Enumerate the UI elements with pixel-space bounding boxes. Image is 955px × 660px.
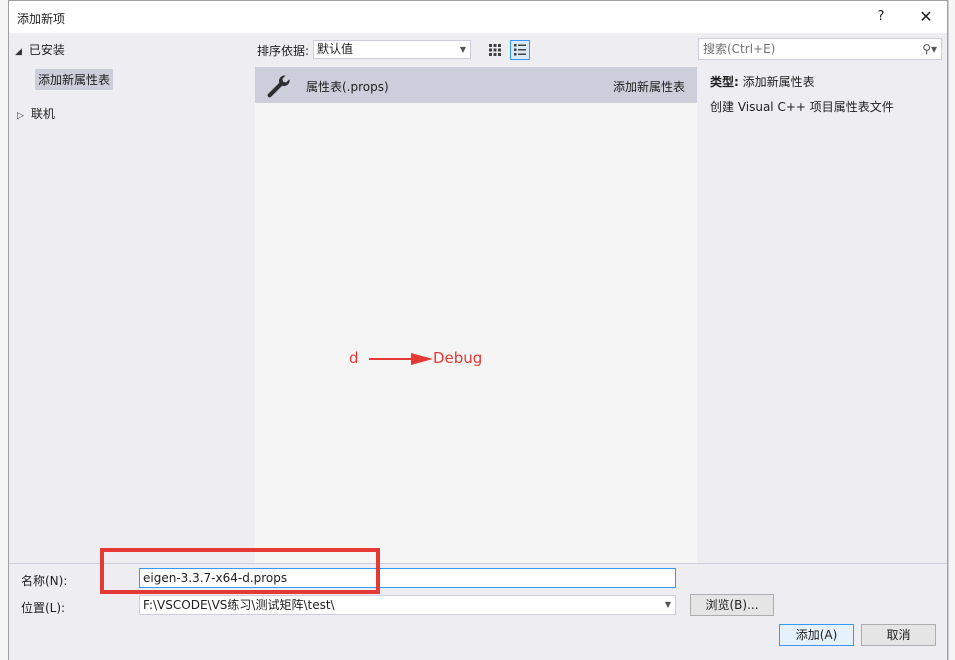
location-value: F:\VSCODE\VS练习\测试矩阵\test\ xyxy=(143,598,335,612)
list-view-button[interactable] xyxy=(510,40,530,60)
detail-type-label: 类型: xyxy=(710,75,739,89)
search-placeholder: 搜索(Ctrl+E) xyxy=(703,42,776,56)
sort-label: 排序依据: xyxy=(257,44,310,58)
tree-item-online[interactable]: ▷ 联机 xyxy=(17,105,55,122)
tree-item-label: 联机 xyxy=(30,107,55,121)
annotation-arrow-icon xyxy=(369,353,433,365)
sort-dropdown[interactable]: 默认值 ▼ xyxy=(313,40,471,59)
detail-description: 创建 Visual C++ 项目属性表文件 xyxy=(710,100,894,114)
help-button[interactable]: ? xyxy=(864,5,898,29)
collapsed-arrow-icon[interactable]: ▷ xyxy=(17,111,27,121)
sort-value: 默认值 xyxy=(317,42,354,56)
close-button[interactable]: ✕ xyxy=(909,5,943,29)
dialog-title: 添加新项 xyxy=(17,12,66,26)
category-tree: ◢ 已安装 添加新属性表 ▷ 联机 xyxy=(9,33,253,565)
tree-item-add-property-sheet[interactable]: 添加新属性表 xyxy=(35,69,114,90)
chevron-down-icon: ▼ xyxy=(459,45,466,54)
annotation-label-left: d xyxy=(349,349,359,367)
tree-item-label: 已安装 xyxy=(28,43,65,57)
expanded-arrow-icon[interactable]: ◢ xyxy=(15,47,25,57)
list-view-icon xyxy=(514,44,526,56)
location-field[interactable]: F:\VSCODE\VS练习\测试矩阵\test\ ▼ xyxy=(139,595,676,615)
add-button[interactable]: 添加(A) xyxy=(779,624,854,646)
search-input[interactable]: 搜索(Ctrl+E) ⚲▾ xyxy=(698,38,942,60)
detail-type: 类型: 添加新属性表 xyxy=(710,73,815,90)
detail-type-value: 添加新属性表 xyxy=(742,75,815,89)
search-icon[interactable]: ⚲▾ xyxy=(922,39,937,59)
grid-view-icon xyxy=(489,44,501,56)
name-label: 名称(N): xyxy=(21,574,68,588)
tree-item-installed[interactable]: ◢ 已安装 xyxy=(15,41,65,58)
annotation-label-right: Debug xyxy=(433,349,483,367)
grid-view-button[interactable] xyxy=(485,40,505,60)
wrench-icon xyxy=(267,75,290,98)
template-list: 属性表(.props) 添加新属性表 d Debug xyxy=(255,67,697,563)
sort-toolbar: 排序依据: 默认值 ▼ xyxy=(255,37,699,63)
list-item-type: 添加新属性表 xyxy=(612,80,685,94)
cancel-button[interactable]: 取消 xyxy=(861,624,936,646)
list-item-name: 属性表(.props) xyxy=(306,80,389,94)
chevron-down-icon[interactable]: ▼ xyxy=(665,596,671,614)
annotation-highlight-box xyxy=(100,548,380,594)
list-item[interactable]: 属性表(.props) 添加新属性表 xyxy=(255,67,697,103)
title-bar: 添加新项 ? ✕ xyxy=(9,1,947,33)
details-pane: 类型: 添加新属性表 创建 Visual C++ 项目属性表文件 xyxy=(698,67,942,563)
location-label: 位置(L): xyxy=(21,601,66,615)
background-window-right xyxy=(948,0,955,660)
browse-button[interactable]: 浏览(B)... xyxy=(690,594,774,616)
